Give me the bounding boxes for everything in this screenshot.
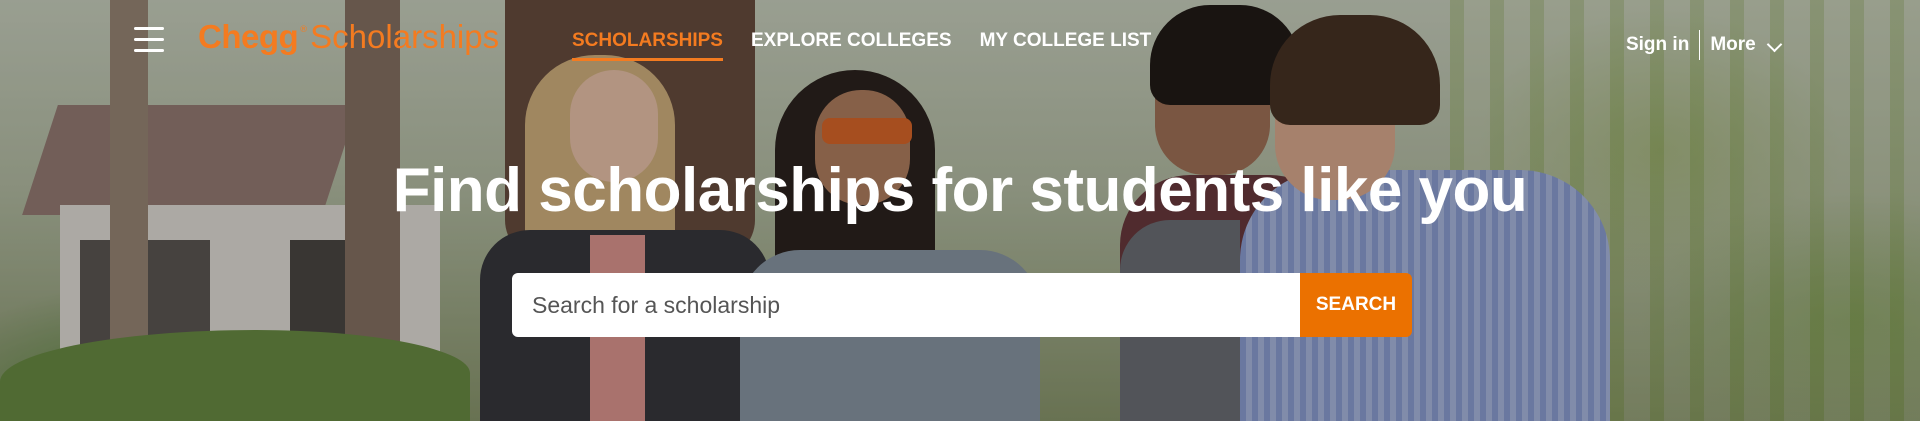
- search-button[interactable]: SEARCH: [1300, 273, 1412, 337]
- logo-product: Scholarships: [310, 18, 500, 55]
- user-nav: Sign in More: [1626, 30, 1783, 60]
- chevron-down-icon: [1766, 36, 1783, 53]
- more-label: More: [1710, 34, 1756, 55]
- sign-in-link[interactable]: Sign in: [1626, 34, 1689, 56]
- nav-item-my-college-list[interactable]: MY COLLEGE LIST: [980, 30, 1152, 61]
- nav-item-scholarships[interactable]: SCHOLARSHIPS: [572, 30, 723, 61]
- site-header: Chegg ® Scholarships SCHOLARSHIPS EXPLOR…: [0, 0, 1920, 90]
- scholarship-search-form: SEARCH: [512, 273, 1412, 337]
- hamburger-menu-icon[interactable]: [134, 27, 164, 53]
- nav-divider: [1699, 30, 1701, 60]
- hero-banner: Chegg ® Scholarships SCHOLARSHIPS EXPLOR…: [0, 0, 1920, 421]
- logo-registered-mark: ®: [299, 25, 309, 35]
- nav-item-explore-colleges[interactable]: EXPLORE COLLEGES: [751, 30, 952, 61]
- scholarship-search-input[interactable]: [512, 273, 1300, 337]
- main-nav: SCHOLARSHIPS EXPLORE COLLEGES MY COLLEGE…: [572, 30, 1179, 61]
- more-menu-button[interactable]: More: [1710, 34, 1783, 56]
- hero-headline: Find scholarships for students like you: [392, 156, 1528, 225]
- logo-brand: Chegg: [198, 18, 299, 55]
- chegg-scholarships-logo[interactable]: Chegg ® Scholarships: [198, 18, 499, 56]
